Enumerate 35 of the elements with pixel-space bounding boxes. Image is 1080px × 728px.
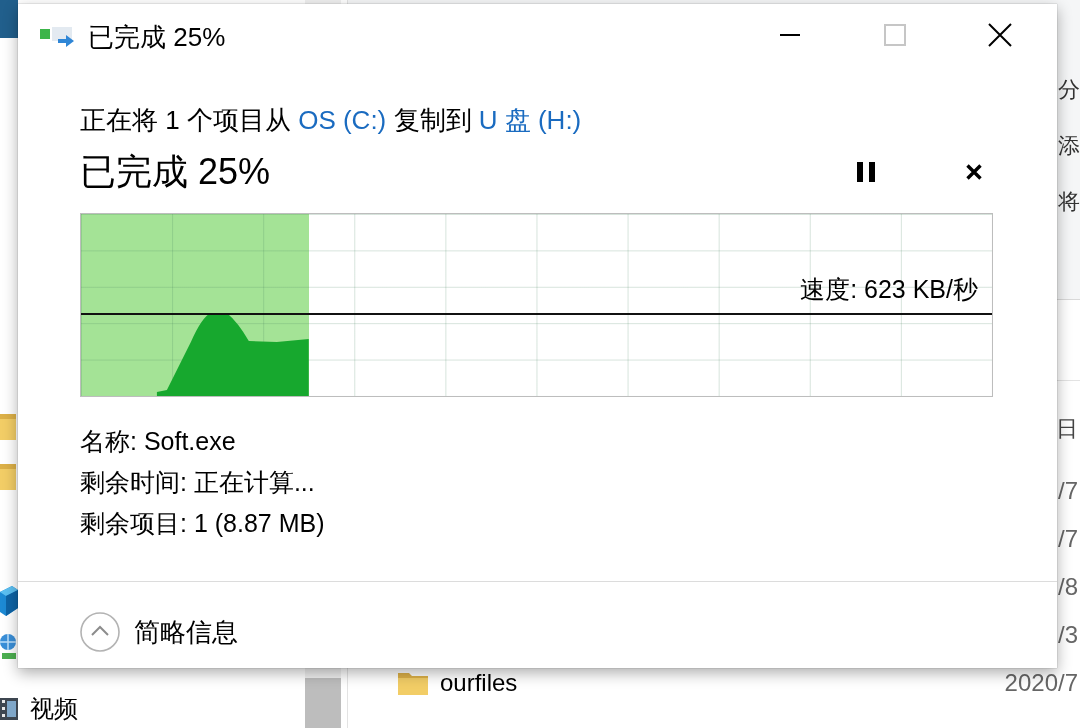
drive-link[interactable]: U 盘 (H:) <box>478 105 582 135</box>
column-header[interactable]: 日 <box>1056 414 1080 444</box>
folder-icon <box>398 671 428 695</box>
minimize-icon <box>779 34 800 36</box>
ribbon-label[interactable]: 添 <box>1058 118 1080 174</box>
detail-text: 剩余时间: 正在计算... <box>80 467 316 498</box>
maximize-icon <box>883 24 906 46</box>
fewer-details-button[interactable]: 简略信息 <box>80 612 238 652</box>
ribbon-label[interactable]: 将 <box>1058 174 1080 230</box>
folder-icon <box>0 414 16 440</box>
speed-label: 速度: 623 KB/秒 <box>800 275 978 303</box>
network-icon <box>0 633 16 659</box>
copy-description: 正在将 1 个项目从 OS (C:) 复制到 U 盘 (H:) <box>80 105 583 135</box>
folder-icon <box>0 464 16 490</box>
nav-item[interactable]: 视频 <box>0 690 78 728</box>
film-icon <box>0 698 18 720</box>
ribbon-tab[interactable] <box>0 0 18 38</box>
close-icon <box>987 23 1012 47</box>
transfer-icon <box>40 27 74 47</box>
scrollbar-thumb[interactable] <box>305 678 341 728</box>
detail-text: 名称: Soft.exe <box>80 426 237 457</box>
window-title: 已完成 25% <box>88 20 226 54</box>
ribbon-label[interactable]: 分 <box>1058 62 1080 118</box>
detail-text: 剩余项目: 1 (8.87 MB) <box>80 508 326 539</box>
file-name[interactable]: ourfiles <box>440 669 518 697</box>
date-cell-text: 2020/7 <box>1004 669 1079 697</box>
close-icon <box>965 163 983 181</box>
date-cell-text: /3 <box>1058 621 1079 649</box>
date-cell-text: /7 <box>1058 525 1079 553</box>
drive-link[interactable]: OS (C:) <box>298 105 387 135</box>
pause-icon <box>857 162 875 182</box>
progress-percent: 已完成 25% <box>80 152 271 192</box>
date-cell-text: /8 <box>1058 573 1079 601</box>
date-cell-text: /7 <box>1058 477 1079 505</box>
cube-icon <box>0 586 18 616</box>
